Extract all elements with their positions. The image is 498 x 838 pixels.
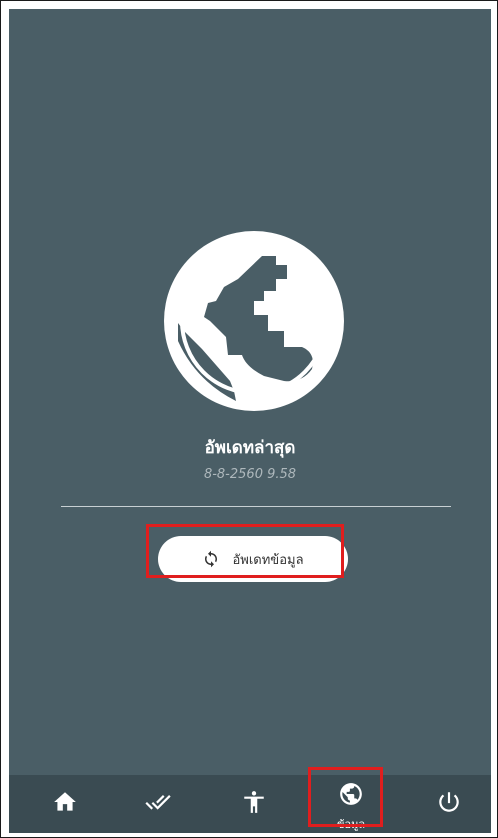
- nav-checks[interactable]: [128, 775, 188, 833]
- last-update-date: 8-8-2560 9.58: [203, 467, 297, 482]
- app-screen: อัพเดทล่าสุด 8-8-2560 9.58 อัพเดทข้อมูล: [9, 9, 491, 833]
- nav-data-highlight: [308, 767, 383, 827]
- divider: [61, 506, 451, 507]
- home-icon: [52, 789, 78, 819]
- bottom-nav: ข้อมูล: [9, 775, 491, 833]
- nav-home[interactable]: [35, 775, 95, 833]
- nav-power[interactable]: [419, 775, 479, 833]
- last-update-title: อัพเดทล่าสุด: [204, 438, 296, 458]
- accessibility-person-icon: [241, 789, 267, 819]
- power-icon: [436, 789, 462, 819]
- update-button-highlight: [146, 524, 344, 578]
- screenshot-frame: อัพเดทล่าสุด 8-8-2560 9.58 อัพเดทข้อมูล: [0, 0, 498, 838]
- double-check-icon: [145, 789, 171, 819]
- globe-icon: [164, 231, 344, 411]
- nav-accessibility[interactable]: [224, 775, 284, 833]
